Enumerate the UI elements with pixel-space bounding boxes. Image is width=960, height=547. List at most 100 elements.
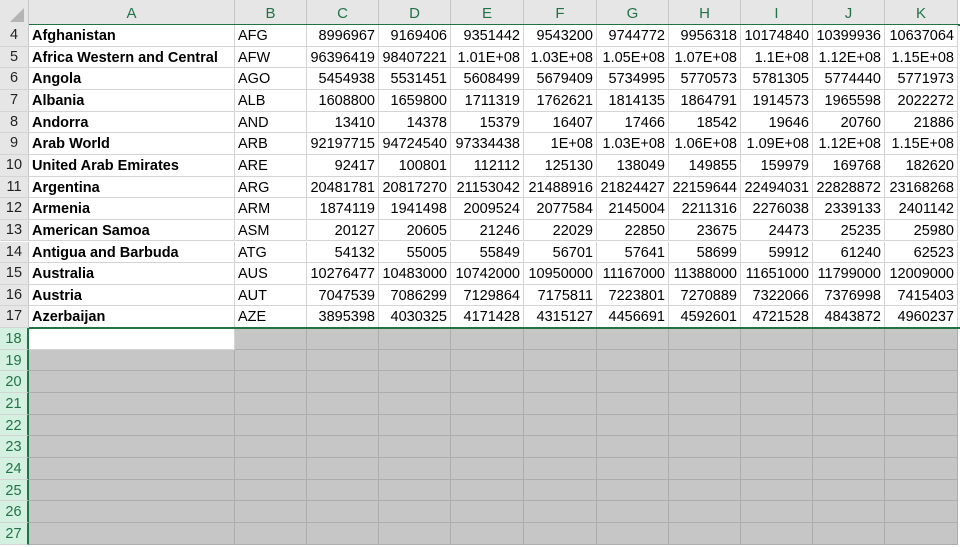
value-cell[interactable]: 4171428 — [451, 306, 524, 329]
selected-empty-cell[interactable] — [669, 522, 741, 545]
selected-empty-cell[interactable] — [379, 414, 451, 437]
spreadsheet-grid[interactable]: A B C D E F G H I J K 4 Afghanistan AFG 8996967 9169406… — [0, 0, 960, 545]
selected-empty-cell[interactable] — [885, 393, 958, 415]
value-cell[interactable]: 9351442 — [451, 25, 524, 47]
value-cell[interactable]: 2009524 — [451, 198, 524, 220]
country-code-cell[interactable]: ARG — [235, 176, 307, 199]
value-cell[interactable]: 14378 — [379, 111, 451, 134]
value-cell[interactable]: 9744772 — [597, 25, 669, 47]
selected-empty-cell[interactable] — [235, 458, 307, 480]
value-cell[interactable]: 7047539 — [307, 284, 379, 307]
selected-empty-cell[interactable] — [29, 371, 235, 394]
value-cell[interactable]: 5531451 — [379, 68, 451, 90]
country-code-cell[interactable]: AFG — [235, 25, 307, 47]
value-cell[interactable]: 11651000 — [741, 263, 813, 285]
selected-empty-cell[interactable] — [524, 522, 597, 545]
value-cell[interactable]: 7086299 — [379, 284, 451, 307]
value-cell[interactable]: 61240 — [813, 241, 885, 264]
value-cell[interactable]: 1608800 — [307, 89, 379, 112]
selected-empty-cell[interactable] — [741, 522, 813, 545]
selected-empty-cell[interactable] — [741, 501, 813, 523]
value-cell[interactable]: 9956318 — [669, 25, 741, 47]
value-cell[interactable]: 7270889 — [669, 284, 741, 307]
selected-empty-cell[interactable] — [379, 501, 451, 523]
value-cell[interactable]: 20760 — [813, 111, 885, 134]
row-header[interactable]: 12 — [0, 198, 29, 220]
selected-empty-cell[interactable] — [29, 436, 235, 458]
row-header[interactable]: 15 — [0, 263, 29, 285]
country-name-cell[interactable]: Arab World — [29, 133, 235, 155]
value-cell[interactable]: 125130 — [524, 154, 597, 177]
value-cell[interactable]: 100801 — [379, 154, 451, 177]
selected-empty-cell[interactable] — [524, 458, 597, 480]
country-name-cell[interactable]: United Arab Emirates — [29, 154, 235, 177]
value-cell[interactable]: 4843872 — [813, 306, 885, 329]
value-cell[interactable]: 7223801 — [597, 284, 669, 307]
selected-empty-cell[interactable] — [451, 371, 524, 394]
value-cell[interactable]: 1.05E+08 — [597, 46, 669, 69]
value-cell[interactable]: 21246 — [451, 219, 524, 242]
selected-empty-cell[interactable] — [524, 436, 597, 458]
country-name-cell[interactable]: Andorra — [29, 111, 235, 134]
selected-empty-cell[interactable] — [29, 522, 235, 545]
value-cell[interactable]: 7322066 — [741, 284, 813, 307]
row-header-selected[interactable]: 27 — [0, 522, 29, 545]
selected-empty-cell[interactable] — [741, 328, 813, 350]
selected-empty-cell[interactable] — [597, 349, 669, 372]
column-header-g[interactable]: G — [597, 0, 669, 25]
row-header[interactable]: 13 — [0, 219, 29, 242]
selected-empty-cell[interactable] — [597, 371, 669, 394]
select-all-button[interactable] — [0, 0, 29, 25]
country-name-cell[interactable]: Africa Western and Central — [29, 46, 235, 69]
active-cell[interactable] — [29, 328, 235, 350]
value-cell[interactable]: 23168268 — [885, 176, 958, 199]
value-cell[interactable]: 17466 — [597, 111, 669, 134]
selected-empty-cell[interactable] — [669, 371, 741, 394]
selected-empty-cell[interactable] — [379, 328, 451, 350]
selected-empty-cell[interactable] — [524, 501, 597, 523]
value-cell[interactable]: 22850 — [597, 219, 669, 242]
value-cell[interactable]: 21824427 — [597, 176, 669, 199]
selected-empty-cell[interactable] — [669, 349, 741, 372]
row-header-selected[interactable]: 19 — [0, 349, 29, 372]
value-cell[interactable]: 22029 — [524, 219, 597, 242]
value-cell[interactable]: 58699 — [669, 241, 741, 264]
value-cell[interactable]: 5770573 — [669, 68, 741, 90]
selected-empty-cell[interactable] — [307, 479, 379, 502]
selected-empty-cell[interactable] — [29, 479, 235, 502]
row-header-selected[interactable]: 20 — [0, 371, 29, 394]
value-cell[interactable]: 9543200 — [524, 25, 597, 47]
column-header-c[interactable]: C — [307, 0, 379, 25]
value-cell[interactable]: 1762621 — [524, 89, 597, 112]
selected-empty-cell[interactable] — [885, 479, 958, 502]
selected-empty-cell[interactable] — [813, 436, 885, 458]
selected-empty-cell[interactable] — [451, 393, 524, 415]
value-cell[interactable]: 20481781 — [307, 176, 379, 199]
selected-empty-cell[interactable] — [885, 522, 958, 545]
column-header-a[interactable]: A — [29, 0, 235, 25]
value-cell[interactable]: 12009000 — [885, 263, 958, 285]
country-code-cell[interactable]: AGO — [235, 68, 307, 90]
value-cell[interactable]: 1.06E+08 — [669, 133, 741, 155]
selected-empty-cell[interactable] — [307, 393, 379, 415]
value-cell[interactable]: 10637064 — [885, 25, 958, 47]
selected-empty-cell[interactable] — [597, 414, 669, 437]
country-code-cell[interactable]: ASM — [235, 219, 307, 242]
value-cell[interactable]: 22159644 — [669, 176, 741, 199]
column-header-j[interactable]: J — [813, 0, 885, 25]
value-cell[interactable]: 1.01E+08 — [451, 46, 524, 69]
selected-empty-cell[interactable] — [235, 501, 307, 523]
value-cell[interactable]: 59912 — [741, 241, 813, 264]
row-header-selected[interactable]: 18 — [0, 328, 29, 350]
value-cell[interactable]: 1.15E+08 — [885, 46, 958, 69]
value-cell[interactable]: 7376998 — [813, 284, 885, 307]
value-cell[interactable]: 9169406 — [379, 25, 451, 47]
row-header[interactable]: 5 — [0, 46, 29, 69]
selected-empty-cell[interactable] — [813, 479, 885, 502]
value-cell[interactable]: 5454938 — [307, 68, 379, 90]
row-header[interactable]: 17 — [0, 306, 29, 329]
selected-empty-cell[interactable] — [885, 501, 958, 523]
value-cell[interactable]: 7175811 — [524, 284, 597, 307]
selected-empty-cell[interactable] — [379, 522, 451, 545]
selected-empty-cell[interactable] — [235, 393, 307, 415]
